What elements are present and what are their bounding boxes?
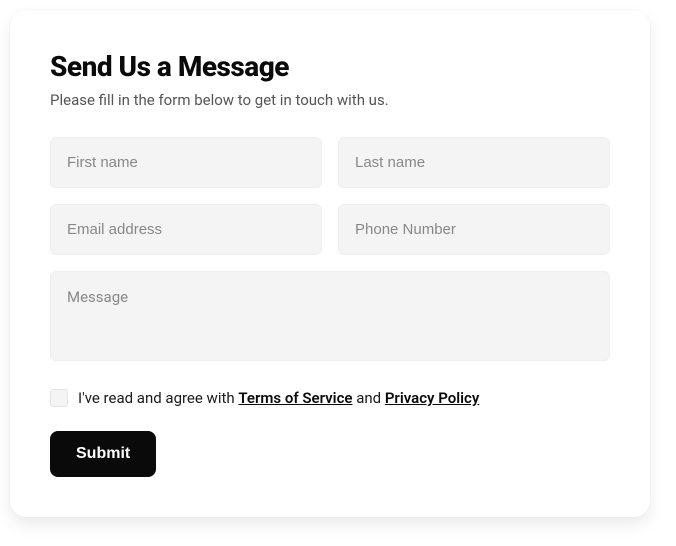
name-row [50,137,610,188]
message-textarea[interactable] [50,271,610,361]
privacy-policy-link[interactable]: Privacy Policy [385,389,479,407]
consent-text: I've read and agree with Terms of Servic… [78,389,479,407]
first-name-input[interactable] [50,137,322,188]
consent-prefix: I've read and agree with [78,389,238,407]
terms-of-service-link[interactable]: Terms of Service [238,389,352,407]
form-subtitle: Please fill in the form below to get in … [50,91,610,109]
contact-form-card: Send Us a Message Please fill in the for… [10,10,650,517]
submit-button[interactable]: Submit [50,431,156,477]
consent-row: I've read and agree with Terms of Servic… [50,389,610,407]
last-name-input[interactable] [338,137,610,188]
email-input[interactable] [50,204,322,255]
consent-mid: and [352,389,384,407]
consent-checkbox[interactable] [50,389,68,407]
form-title: Send Us a Message [50,50,610,83]
phone-input[interactable] [338,204,610,255]
contact-row [50,204,610,255]
